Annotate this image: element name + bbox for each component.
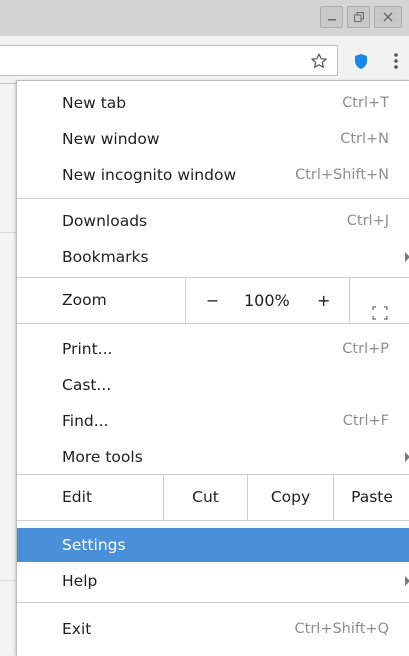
menu-item-shortcut: Ctrl+T: [342, 95, 389, 111]
menu-item-label: New window: [62, 130, 160, 148]
zoom-in-button[interactable]: +: [317, 278, 330, 323]
menu-item-shortcut: Ctrl+N: [340, 131, 389, 147]
menu-item-label: Help: [62, 572, 98, 590]
zoom-level: 100%: [244, 291, 290, 310]
submenu-arrow-icon: [405, 452, 409, 462]
kebab-menu-icon[interactable]: [389, 50, 403, 72]
menu-item-shortcut: Ctrl+F: [342, 413, 389, 429]
edit-label: Edit: [62, 488, 93, 506]
cut-button[interactable]: Cut: [163, 475, 247, 520]
menu-item-print[interactable]: Print... Ctrl+P: [17, 331, 409, 367]
menu-item-label: New incognito window: [62, 166, 237, 184]
menu-item-find[interactable]: Find... Ctrl+F: [17, 403, 409, 439]
paste-button[interactable]: Paste: [333, 475, 409, 520]
browser-toolbar: [0, 36, 409, 84]
menu-item-shortcut: Ctrl+P: [342, 341, 389, 357]
window-titlebar: [0, 0, 409, 36]
fullscreen-button[interactable]: [349, 278, 409, 323]
menu-item-label: Downloads: [62, 212, 148, 230]
menu-item-label: More tools: [62, 448, 143, 466]
menu-item-exit[interactable]: Exit Ctrl+Shift+Q: [17, 611, 409, 647]
menu-item-label: Print...: [62, 340, 113, 358]
copy-button[interactable]: Copy: [247, 475, 333, 520]
maximize-icon: [353, 8, 365, 27]
edit-row: Edit Cut Copy Paste: [17, 475, 409, 520]
menu-item-new-tab[interactable]: New tab Ctrl+T: [17, 85, 409, 121]
menu-separator: [17, 602, 409, 603]
menu-item-label: Settings: [62, 536, 126, 554]
minimize-icon: [326, 8, 338, 27]
shield-icon[interactable]: [351, 50, 371, 72]
close-icon: [382, 8, 394, 27]
zoom-controls: − 100% +: [185, 278, 349, 323]
zoom-out-button[interactable]: −: [206, 278, 219, 323]
menu-item-downloads[interactable]: Downloads Ctrl+J: [17, 203, 409, 239]
menu-item-shortcut: Ctrl+Shift+N: [295, 167, 389, 183]
menu-item-label: Exit: [62, 620, 92, 638]
menu-separator: [17, 323, 409, 324]
menu-item-label: Bookmarks: [62, 248, 149, 266]
page-content: [0, 84, 16, 656]
submenu-arrow-icon: [405, 252, 409, 262]
menu-item-label: Find...: [62, 412, 109, 430]
menu-separator: [17, 198, 409, 199]
zoom-row: Zoom − 100% +: [17, 278, 409, 323]
close-button[interactable]: [374, 6, 402, 28]
menu-item-label: Cast...: [62, 376, 112, 394]
star-icon[interactable]: [309, 51, 329, 71]
menu-item-more-tools[interactable]: More tools: [17, 439, 409, 475]
menu-item-bookmarks[interactable]: Bookmarks: [17, 239, 409, 275]
menu-item-cast[interactable]: Cast...: [17, 367, 409, 403]
menu-item-settings[interactable]: Settings: [17, 528, 409, 562]
menu-item-help[interactable]: Help: [17, 563, 409, 599]
menu-item-shortcut: Ctrl+J: [346, 213, 389, 229]
maximize-button[interactable]: [347, 6, 370, 28]
submenu-arrow-icon: [405, 576, 409, 586]
zoom-label: Zoom: [62, 291, 107, 309]
minimize-button[interactable]: [320, 6, 343, 28]
chrome-menu: New tab Ctrl+T New window Ctrl+N New inc…: [16, 80, 409, 656]
menu-item-label: New tab: [62, 94, 127, 112]
menu-item-new-incognito-window[interactable]: New incognito window Ctrl+Shift+N: [17, 157, 409, 193]
menu-separator: [17, 520, 409, 521]
menu-item-new-window[interactable]: New window Ctrl+N: [17, 121, 409, 157]
address-bar[interactable]: [0, 45, 338, 76]
menu-item-shortcut: Ctrl+Shift+Q: [294, 621, 389, 637]
